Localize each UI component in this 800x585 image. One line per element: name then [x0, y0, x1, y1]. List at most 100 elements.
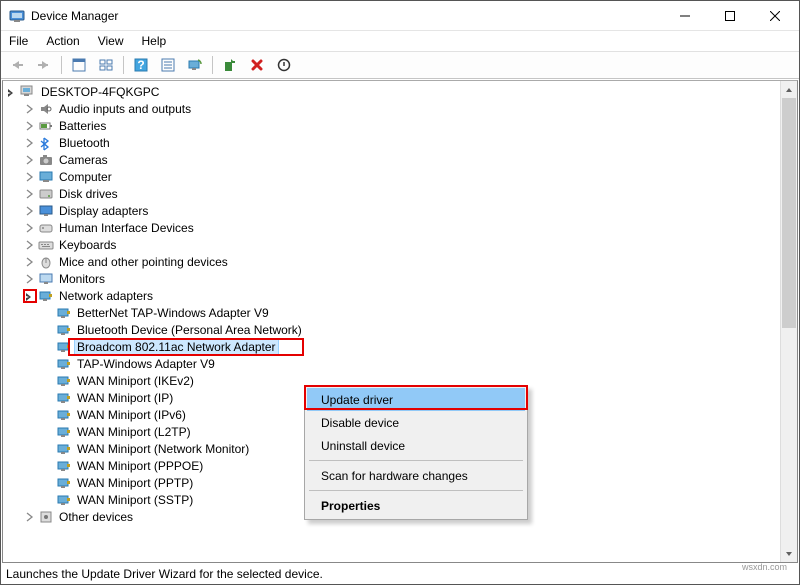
tree-category[interactable]: Human Interface Devices: [5, 219, 797, 236]
menu-scan-hardware[interactable]: Scan for hardware changes: [307, 464, 525, 487]
device-icon: [38, 203, 54, 219]
node-label: DESKTOP-4FQKGPC: [39, 85, 161, 99]
device-icon: [38, 186, 54, 202]
network-adapter-icon: [56, 373, 72, 389]
disable-button[interactable]: [272, 54, 296, 76]
device-icon: [38, 220, 54, 236]
expand-icon[interactable]: [23, 102, 37, 116]
status-text: Launches the Update Driver Wizard for th…: [6, 567, 323, 581]
menu-file[interactable]: File: [7, 34, 30, 48]
tree-root[interactable]: DESKTOP-4FQKGPC: [5, 83, 797, 100]
tree-category[interactable]: Network adapters: [5, 287, 797, 304]
expand-icon[interactable]: [23, 187, 37, 201]
menu-action[interactable]: Action: [44, 34, 81, 48]
network-adapter-icon: [56, 424, 72, 440]
node-label: Batteries: [57, 119, 108, 133]
expand-icon[interactable]: [23, 255, 37, 269]
uninstall-button[interactable]: [245, 54, 269, 76]
device-icon: [38, 101, 54, 117]
expand-icon[interactable]: [23, 170, 37, 184]
expand-icon[interactable]: [23, 136, 37, 150]
network-adapter-icon: [56, 458, 72, 474]
expand-icon[interactable]: [23, 204, 37, 218]
collapse-icon[interactable]: [5, 85, 19, 99]
menu-uninstall-device[interactable]: Uninstall device: [307, 434, 525, 457]
menu-disable-device[interactable]: Disable device: [307, 411, 525, 434]
node-label: BetterNet TAP-Windows Adapter V9: [75, 306, 271, 320]
node-label: Bluetooth Device (Personal Area Network): [75, 323, 304, 337]
node-label: Cameras: [57, 153, 110, 167]
device-icon: [38, 152, 54, 168]
expand-icon[interactable]: [23, 153, 37, 167]
expand-icon[interactable]: [23, 238, 37, 252]
node-label: WAN Miniport (Network Monitor): [75, 442, 251, 456]
menu-view[interactable]: View: [96, 34, 126, 48]
network-adapter-icon: [56, 441, 72, 457]
tree-device[interactable]: TAP-Windows Adapter V9: [5, 355, 797, 372]
tree-category[interactable]: Mice and other pointing devices: [5, 253, 797, 270]
maximize-button[interactable]: [707, 1, 752, 30]
tree-category[interactable]: Batteries: [5, 117, 797, 134]
minimize-button[interactable]: [662, 1, 707, 30]
node-label: Human Interface Devices: [57, 221, 196, 235]
tree-category[interactable]: Audio inputs and outputs: [5, 100, 797, 117]
node-label: WAN Miniport (PPTP): [75, 476, 195, 490]
network-adapter-icon: [56, 390, 72, 406]
expand-icon[interactable]: [23, 119, 37, 133]
menu-separator: [309, 460, 523, 461]
device-icon: [38, 288, 54, 304]
node-label: WAN Miniport (IP): [75, 391, 175, 405]
tree-category[interactable]: Disk drives: [5, 185, 797, 202]
tree-category[interactable]: Keyboards: [5, 236, 797, 253]
scroll-thumb[interactable]: [782, 98, 796, 328]
tree-device[interactable]: Broadcom 802.11ac Network Adapter: [5, 338, 797, 355]
view-button[interactable]: [94, 54, 118, 76]
scroll-down-button[interactable]: [781, 545, 797, 562]
device-icon: [38, 169, 54, 185]
node-label: WAN Miniport (IKEv2): [75, 374, 196, 388]
node-label: Keyboards: [57, 238, 118, 252]
device-icon: [38, 271, 54, 287]
window-title: Device Manager: [31, 9, 662, 23]
menu-properties[interactable]: Properties: [307, 494, 525, 517]
menu-update-driver[interactable]: Update driver: [307, 388, 525, 411]
node-label: Bluetooth: [57, 136, 112, 150]
tree-category[interactable]: Cameras: [5, 151, 797, 168]
properties-button[interactable]: [156, 54, 180, 76]
vertical-scrollbar[interactable]: [780, 81, 797, 562]
tree-device[interactable]: Bluetooth Device (Personal Area Network): [5, 321, 797, 338]
tree-category[interactable]: Computer: [5, 168, 797, 185]
tree-category[interactable]: Monitors: [5, 270, 797, 287]
device-icon: [38, 237, 54, 253]
node-label: Monitors: [57, 272, 107, 286]
toolbar: ?: [1, 51, 799, 79]
close-button[interactable]: [752, 1, 797, 30]
menubar: File Action View Help: [1, 31, 799, 51]
show-hidden-button[interactable]: [67, 54, 91, 76]
expand-icon[interactable]: [23, 221, 37, 235]
node-label: Network adapters: [57, 289, 155, 303]
help-button[interactable]: ?: [129, 54, 153, 76]
svg-text:?: ?: [137, 58, 144, 72]
node-label: WAN Miniport (IPv6): [75, 408, 188, 422]
network-adapter-icon: [56, 407, 72, 423]
collapse-icon[interactable]: [23, 289, 37, 303]
app-icon: [9, 8, 25, 24]
tree-category[interactable]: Display adapters: [5, 202, 797, 219]
network-adapter-icon: [56, 492, 72, 508]
network-adapter-icon: [56, 305, 72, 321]
node-label: WAN Miniport (L2TP): [75, 425, 193, 439]
scan-button[interactable]: [183, 54, 207, 76]
forward-button: [32, 54, 56, 76]
menu-help[interactable]: Help: [140, 34, 169, 48]
tree-device[interactable]: BetterNet TAP-Windows Adapter V9: [5, 304, 797, 321]
context-menu: Update driver Disable device Uninstall d…: [304, 385, 528, 520]
node-label: Disk drives: [57, 187, 120, 201]
scroll-up-button[interactable]: [781, 81, 797, 98]
expand-icon[interactable]: [23, 272, 37, 286]
tree-category[interactable]: Bluetooth: [5, 134, 797, 151]
device-icon: [38, 254, 54, 270]
expand-icon[interactable]: [23, 510, 37, 524]
update-driver-button[interactable]: [218, 54, 242, 76]
network-adapter-icon: [56, 322, 72, 338]
